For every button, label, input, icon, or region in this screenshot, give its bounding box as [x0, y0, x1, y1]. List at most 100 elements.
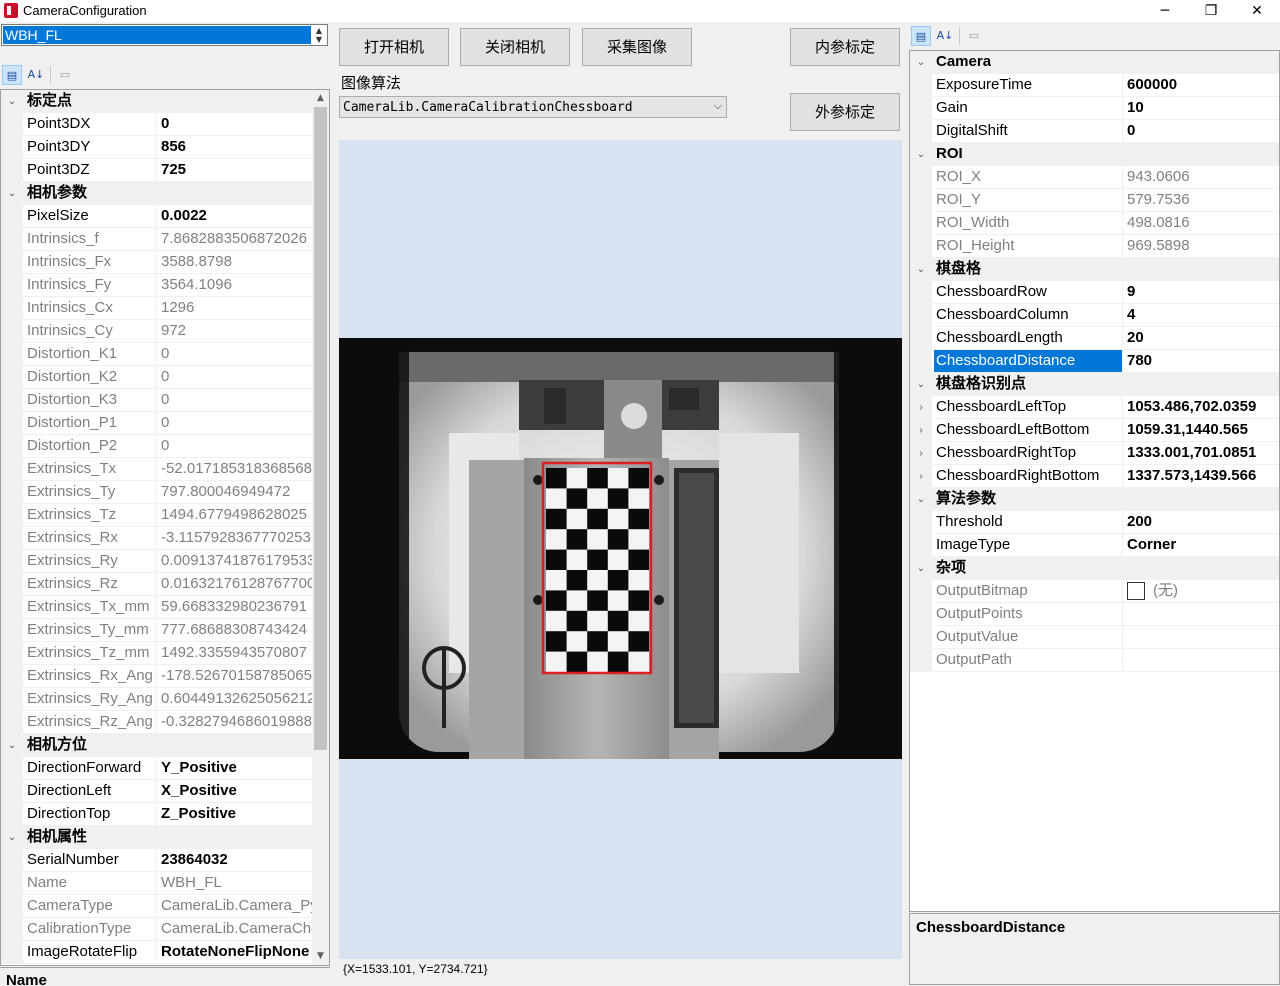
property-row[interactable]: Extrinsics_Ry 0.0091374187617953362	[1, 550, 329, 573]
property-value[interactable]: 0	[157, 113, 313, 135]
category-row[interactable]: ⌄ Camera	[910, 51, 1279, 74]
property-row[interactable]: Extrinsics_Tz_mm 1492.3355943570807	[1, 642, 329, 665]
expand-icon[interactable]: ›	[910, 465, 932, 488]
scroll-up-icon[interactable]: ▲	[312, 90, 329, 107]
property-row[interactable]: Distortion_K1 0	[1, 343, 329, 366]
property-row[interactable]: ChessboardColumn 4	[910, 304, 1279, 327]
category-row[interactable]: ⌄ 棋盘格	[910, 258, 1279, 281]
left-property-grid[interactable]: ⌄ 标定点 Point3DX 0 Point3DY 856 Point3DZ 725 ⌄ 相机参数…	[0, 89, 330, 966]
intrinsic-calibration-button[interactable]: 内参标定	[790, 28, 900, 66]
camera-image[interactable]	[339, 338, 902, 759]
categorized-icon[interactable]: ▤	[911, 26, 931, 46]
property-row[interactable]: Intrinsics_f 7.8682883506872026	[1, 228, 329, 251]
property-row[interactable]: OutputPath	[910, 649, 1279, 672]
property-value[interactable]: 10	[1123, 97, 1279, 119]
property-value[interactable]: X_Positive	[157, 780, 313, 802]
expand-icon[interactable]: ›	[910, 442, 932, 465]
property-row[interactable]: › ChessboardLeftTop 1053.486,702.0359	[910, 396, 1279, 419]
property-row[interactable]: CameraType CameraLib.Camera_Pylon	[1, 895, 329, 918]
property-row[interactable]: Extrinsics_Tx -52.017185318368568	[1, 458, 329, 481]
category-row[interactable]: ⌄ 标定点	[1, 90, 329, 113]
property-row[interactable]: Intrinsics_Cx 1296	[1, 297, 329, 320]
property-value[interactable]: Corner	[1123, 534, 1279, 556]
category-row[interactable]: ⌄ 相机参数	[1, 182, 329, 205]
spin-updown-icon[interactable]: ▲ ▼	[312, 26, 326, 44]
property-row[interactable]: ROI_X 943.0606	[910, 166, 1279, 189]
property-row[interactable]: ROI_Height 969.5898	[910, 235, 1279, 258]
property-row[interactable]: Distortion_K3 0	[1, 389, 329, 412]
property-value[interactable]: 1053.486,702.0359	[1123, 396, 1279, 418]
camera-select[interactable]: WBH_FL ▲ ▼	[1, 24, 328, 46]
maximize-button[interactable]: ❐	[1188, 0, 1234, 22]
property-value[interactable]: 1333.001,701.0851	[1123, 442, 1279, 464]
category-row[interactable]: ⌄ 棋盘格识别点	[910, 373, 1279, 396]
property-row[interactable]: CalibrationType CameraLib.CameraChessboar…	[1, 918, 329, 941]
collapse-icon[interactable]: ⌄	[910, 143, 932, 166]
property-row[interactable]: ROI_Y 579.7536	[910, 189, 1279, 212]
property-row[interactable]: Distortion_P2 0	[1, 435, 329, 458]
category-row[interactable]: ⌄ 相机属性	[1, 826, 329, 849]
categorized-icon[interactable]: ▤	[2, 65, 22, 85]
property-row[interactable]: Distortion_K2 0	[1, 366, 329, 389]
property-row[interactable]: ChessboardDistance 780	[910, 350, 1279, 373]
property-row[interactable]: Extrinsics_Tx_mm 59.668332980236791	[1, 596, 329, 619]
property-value[interactable]: 23864032	[157, 849, 313, 871]
property-row[interactable]: ROI_Width 498.0816	[910, 212, 1279, 235]
property-row[interactable]: Extrinsics_Ty_mm 777.68688308743424	[1, 619, 329, 642]
algorithm-select[interactable]: CameraLib.CameraCalibrationChessboard ⌵	[339, 96, 727, 118]
collapse-icon[interactable]: ⌄	[910, 557, 932, 580]
property-value[interactable]: 1059.31,1440.565	[1123, 419, 1279, 441]
property-value[interactable]: 4	[1123, 304, 1279, 326]
property-row[interactable]: › ChessboardLeftBottom 1059.31,1440.565	[910, 419, 1279, 442]
property-row[interactable]: ExposureTime 600000	[910, 74, 1279, 97]
property-row[interactable]: Point3DZ 725	[1, 159, 329, 182]
collapse-icon[interactable]: ⌄	[910, 488, 932, 511]
property-row[interactable]: › ChessboardRightTop 1333.001,701.0851	[910, 442, 1279, 465]
property-value[interactable]: 725	[157, 159, 313, 181]
property-row[interactable]: Intrinsics_Fy 3564.1096	[1, 274, 329, 297]
property-row[interactable]: ImageRotateFlip RotateNoneFlipNone	[1, 941, 329, 964]
collapse-icon[interactable]: ⌄	[910, 51, 932, 74]
property-row[interactable]: Extrinsics_Rx_Ang -178.52670158785065	[1, 665, 329, 688]
capture-image-button[interactable]: 采集图像	[582, 28, 692, 66]
property-row[interactable]: Distortion_P1 0	[1, 412, 329, 435]
sort-az-icon[interactable]: A↓	[26, 65, 46, 85]
scroll-down-icon[interactable]: ▼	[312, 948, 329, 965]
property-row[interactable]: ChessboardLength 20	[910, 327, 1279, 350]
property-row[interactable]: Extrinsics_Tz 1494.6779498628025	[1, 504, 329, 527]
property-row[interactable]: ChessboardRow 9	[910, 281, 1279, 304]
right-property-grid[interactable]: ⌄ Camera ExposureTime 600000 Gain 10 DigitalSh…	[909, 50, 1280, 912]
property-row[interactable]: Gain 10	[910, 97, 1279, 120]
collapse-icon[interactable]: ⌄	[1, 826, 23, 849]
property-value[interactable]: 856	[157, 136, 313, 158]
property-row[interactable]: Intrinsics_Fx 3588.8798	[1, 251, 329, 274]
property-row[interactable]: Name WBH_FL	[1, 872, 329, 895]
property-row[interactable]: DirectionTop Z_Positive	[1, 803, 329, 826]
expand-icon[interactable]: ›	[910, 396, 932, 419]
property-row[interactable]: DirectionForward Y_Positive	[1, 757, 329, 780]
property-value[interactable]: 600000	[1123, 74, 1279, 96]
property-row[interactable]: OutputBitmap (无)	[910, 580, 1279, 603]
property-value[interactable]: 9	[1123, 281, 1279, 303]
property-row[interactable]: › ChessboardRightBottom 1337.573,1439.566	[910, 465, 1279, 488]
property-row[interactable]: Extrinsics_Ty 797.800046949472	[1, 481, 329, 504]
left-grid-scrollbar[interactable]: ▲ ▼	[312, 90, 329, 965]
category-row[interactable]: ⌄ 相机方位	[1, 734, 329, 757]
property-value[interactable]: 20	[1123, 327, 1279, 349]
property-row[interactable]: Point3DX 0	[1, 113, 329, 136]
property-row[interactable]: Extrinsics_Ry_Ang 0.60449132625056212	[1, 688, 329, 711]
sort-az-icon[interactable]: A↓	[935, 26, 955, 46]
property-row[interactable]: Extrinsics_Rz 0.0163217612876770048	[1, 573, 329, 596]
property-value[interactable]: Z_Positive	[157, 803, 313, 825]
property-pages-icon[interactable]: ▭	[964, 26, 984, 46]
extrinsic-calibration-button[interactable]: 外参标定	[790, 93, 900, 131]
property-pages-icon[interactable]: ▭	[55, 65, 75, 85]
close-camera-button[interactable]: 关闭相机	[460, 28, 570, 66]
property-row[interactable]: Point3DY 856	[1, 136, 329, 159]
property-value[interactable]: RotateNoneFlipNone	[157, 941, 313, 963]
category-row[interactable]: ⌄ 算法参数	[910, 488, 1279, 511]
property-row[interactable]: Extrinsics_Rz_Ang -0.32827946860198887	[1, 711, 329, 734]
property-value[interactable]: 0.0022	[157, 205, 313, 227]
category-row[interactable]: ⌄ ROI	[910, 143, 1279, 166]
category-row[interactable]: ⌄ 杂项	[910, 557, 1279, 580]
